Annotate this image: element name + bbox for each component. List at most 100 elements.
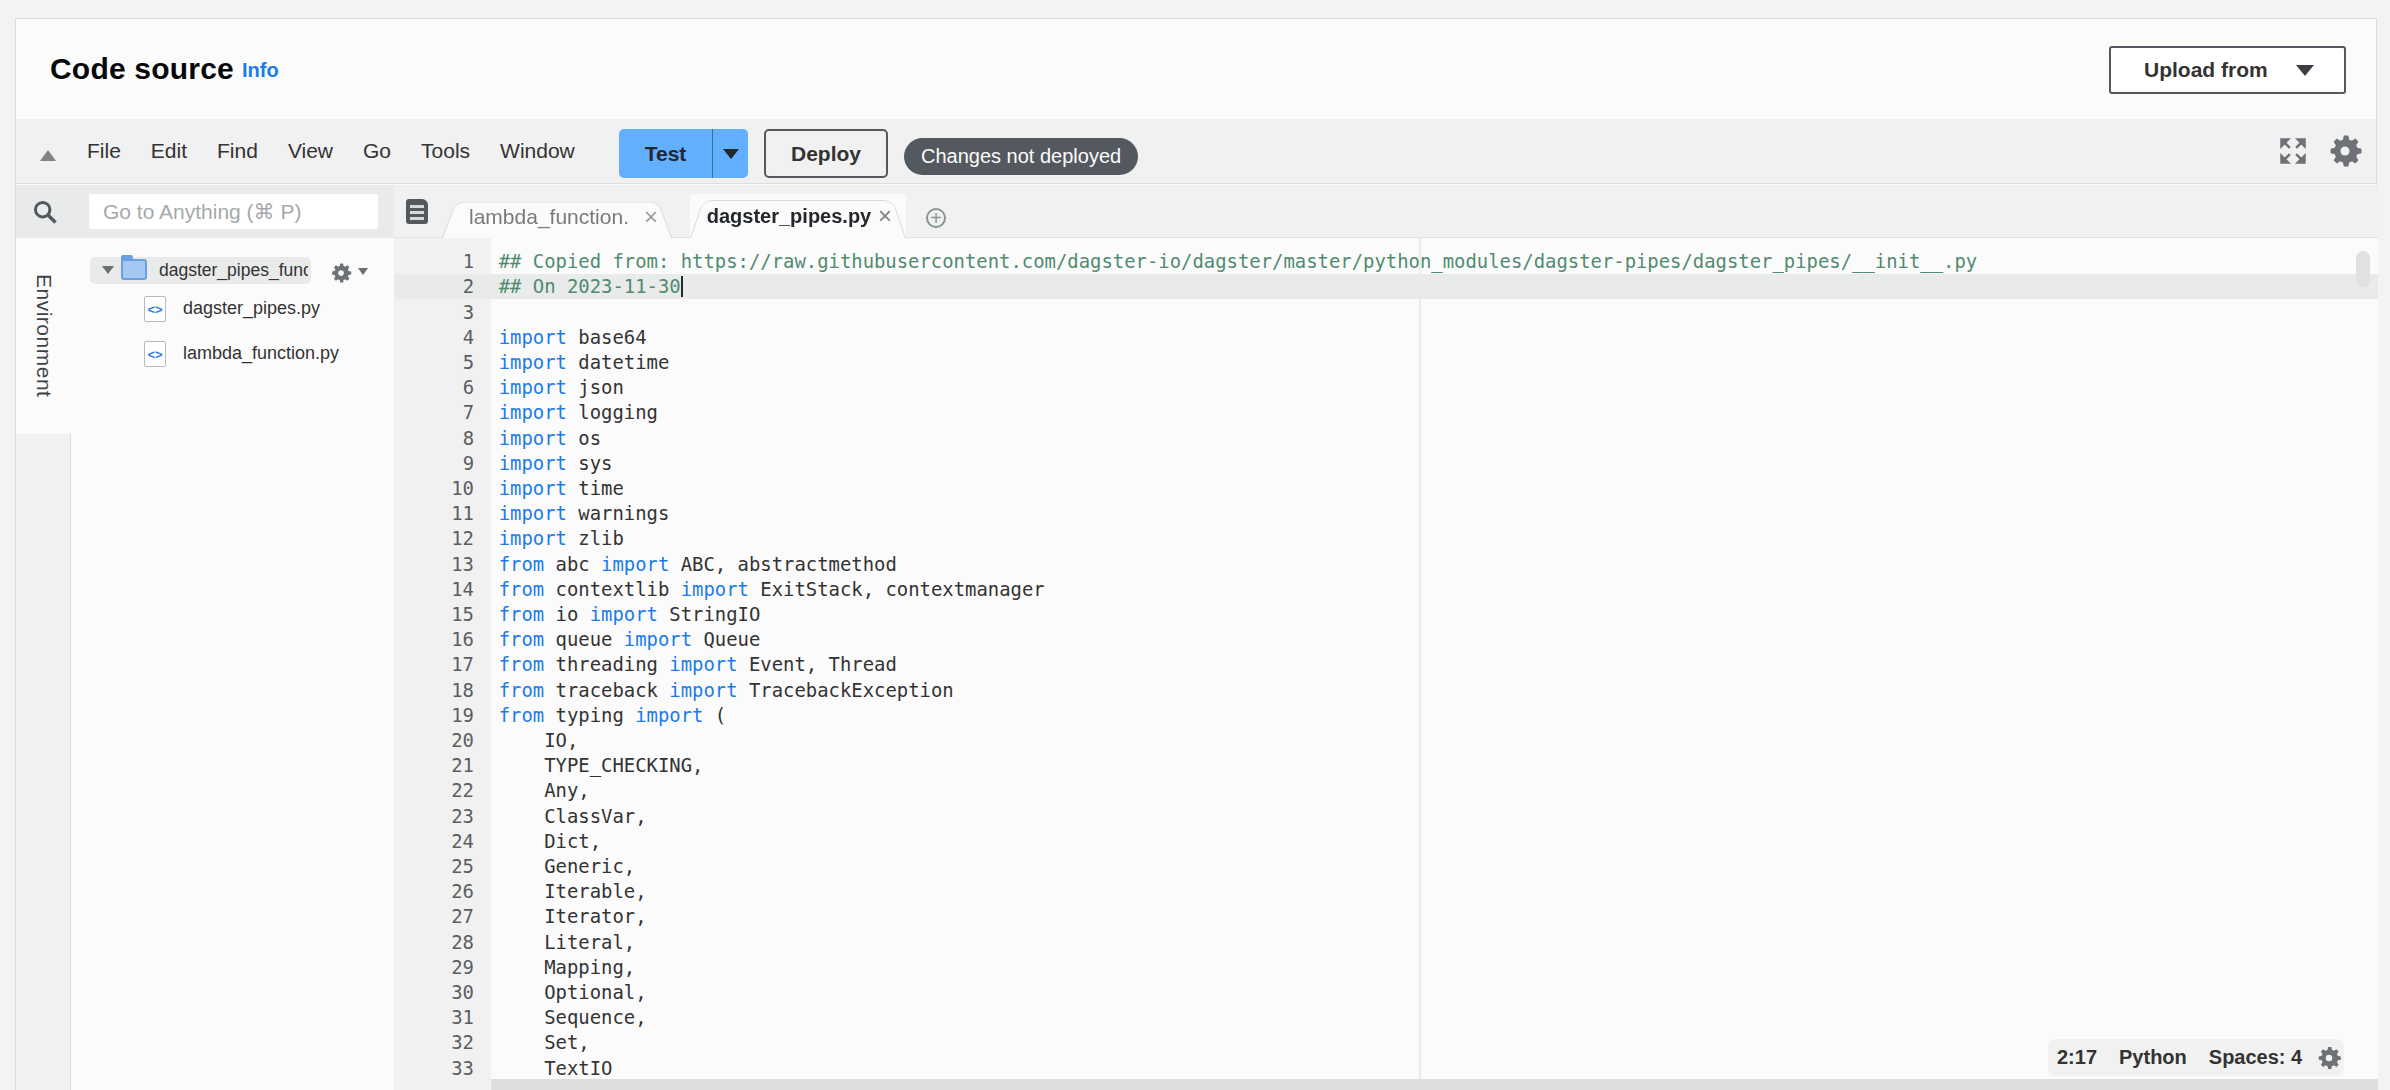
close-tab-icon[interactable]: × (878, 204, 892, 228)
upload-from-label: Upload from (2144, 58, 2268, 82)
line-number: 18 (394, 678, 474, 703)
fullscreen-icon[interactable] (2278, 136, 2308, 166)
code-line-21: TYPE_CHECKING, (499, 753, 704, 778)
tree-file-lambda[interactable]: lambda_function.py (183, 343, 339, 364)
line-number: 10 (394, 476, 474, 501)
code-line-9: import sys (499, 451, 613, 476)
editor-settings-gear-icon[interactable] (2314, 1043, 2344, 1073)
code-line-32: Set, (499, 1030, 590, 1055)
tree-settings-caret-icon[interactable] (358, 268, 368, 275)
menu-bar: File Edit Find View Go Tools Window Test Deplo… (16, 119, 2376, 184)
cursor-position[interactable]: 2:17 (2057, 1046, 2097, 1069)
code-line-29: Mapping, (499, 955, 635, 980)
code-line-28: Literal, (499, 930, 635, 955)
search-icon (31, 198, 59, 226)
line-number: 3 (394, 300, 474, 325)
code-line-5: import datetime (499, 350, 670, 375)
menu-tools[interactable]: Tools (421, 139, 470, 163)
editor-status-bar: 2:17 Python Spaces: 4 (2048, 1039, 2344, 1076)
menu-find[interactable]: Find (217, 139, 258, 163)
code-line-1: ## Copied from: https://raw.githubuserco… (499, 249, 1978, 274)
line-number: 13 (394, 552, 474, 577)
menu-edit[interactable]: Edit (151, 139, 187, 163)
line-number: 1 (394, 249, 474, 274)
header: Code source Info Upload from (16, 19, 2376, 119)
line-number: 15 (394, 602, 474, 627)
line-number: 9 (394, 451, 474, 476)
line-number: 4 (394, 325, 474, 350)
language-mode[interactable]: Python (2119, 1046, 2187, 1069)
file-list-icon[interactable] (406, 199, 428, 224)
test-dropdown-button[interactable] (713, 129, 748, 178)
line-number: 8 (394, 426, 474, 451)
deploy-button[interactable]: Deploy (764, 129, 888, 178)
line-number: 26 (394, 879, 474, 904)
line-number: 16 (394, 627, 474, 652)
code-line-24: Dict, (499, 829, 601, 854)
folder-name[interactable]: dagster_pipes_funct (159, 260, 308, 281)
line-number: 11 (394, 501, 474, 526)
code-line-18: from traceback import TracebackException (499, 678, 954, 703)
upload-from-button[interactable]: Upload from (2109, 46, 2346, 94)
code-line-12: import zlib (499, 526, 624, 551)
code-line-22: Any, (499, 778, 590, 803)
indent-setting[interactable]: Spaces: 4 (2209, 1046, 2302, 1069)
page-title: Code source (50, 52, 234, 86)
menu-file[interactable]: File (87, 139, 121, 163)
line-number: 5 (394, 350, 474, 375)
code-line-2: ## On 2023-11-30 (499, 274, 683, 299)
line-number: 7 (394, 400, 474, 425)
code-line-4: import base64 (499, 325, 647, 350)
test-button[interactable]: Test (619, 129, 713, 178)
menu-window[interactable]: Window (500, 139, 575, 163)
line-number: 28 (394, 930, 474, 955)
line-number: 25 (394, 854, 474, 879)
tab-lambda-function[interactable]: lambda_function. × (442, 196, 672, 238)
line-number: 33 (394, 1056, 474, 1081)
test-split-button: Test (619, 129, 748, 178)
line-number: 21 (394, 753, 474, 778)
line-number: 19 (394, 703, 474, 728)
folder-expand-icon[interactable] (102, 266, 114, 274)
line-number: 12 (394, 526, 474, 551)
info-link[interactable]: Info (242, 59, 279, 82)
code-line-19: from typing import ( (499, 703, 727, 728)
chevron-down-icon (2296, 65, 2314, 76)
code-line-13: from abc import ABC, abstractmethod (499, 552, 897, 577)
code-line-14: from contextlib import ExitStack, contex… (499, 577, 1045, 602)
file-tree: dagster_pipes_funct <> dagster_pipes.py … (72, 238, 394, 1090)
line-number: 23 (394, 804, 474, 829)
line-number: 2 (394, 274, 474, 299)
code-line-31: Sequence, (499, 1005, 647, 1030)
go-to-anything-input[interactable] (89, 194, 378, 229)
line-number: 31 (394, 1005, 474, 1030)
code-line-8: import os (499, 426, 601, 451)
line-number: 24 (394, 829, 474, 854)
code-line-16: from queue import Queue (499, 627, 761, 652)
settings-gear-icon[interactable] (2324, 130, 2366, 172)
environment-tab[interactable]: Environment (16, 238, 72, 434)
horizontal-scrollbar[interactable] (491, 1079, 2378, 1090)
code-editor[interactable]: 1 ## Copied from: https://raw.githubuserc… (394, 238, 2378, 1090)
vertical-scrollbar-thumb[interactable] (2356, 251, 2370, 287)
line-number: 30 (394, 980, 474, 1005)
folder-icon (121, 259, 147, 280)
tree-settings-gear-icon[interactable] (328, 260, 354, 286)
code-line-7: import logging (499, 400, 658, 425)
code-line-15: from io import StringIO (499, 602, 761, 627)
tab-dagster-pipes[interactable]: dagster_pipes.py × (690, 194, 906, 238)
code-source-card: Code source Info Upload from File Edit Fin… (15, 18, 2377, 1090)
environment-label: Environment (32, 274, 56, 397)
chevron-down-icon (723, 149, 739, 159)
line-number: 17 (394, 652, 474, 677)
python-file-icon: <> (144, 296, 166, 322)
close-tab-icon[interactable]: × (644, 205, 658, 229)
collapse-panel-icon[interactable] (40, 150, 56, 161)
tree-file-dagster[interactable]: dagster_pipes.py (183, 298, 320, 319)
tab-label: lambda_function. (469, 205, 629, 229)
new-tab-icon[interactable]: + (926, 208, 946, 228)
menu-go[interactable]: Go (363, 139, 391, 163)
python-file-icon: <> (144, 341, 166, 367)
menu-view[interactable]: View (288, 139, 333, 163)
code-line-6: import json (499, 375, 624, 400)
